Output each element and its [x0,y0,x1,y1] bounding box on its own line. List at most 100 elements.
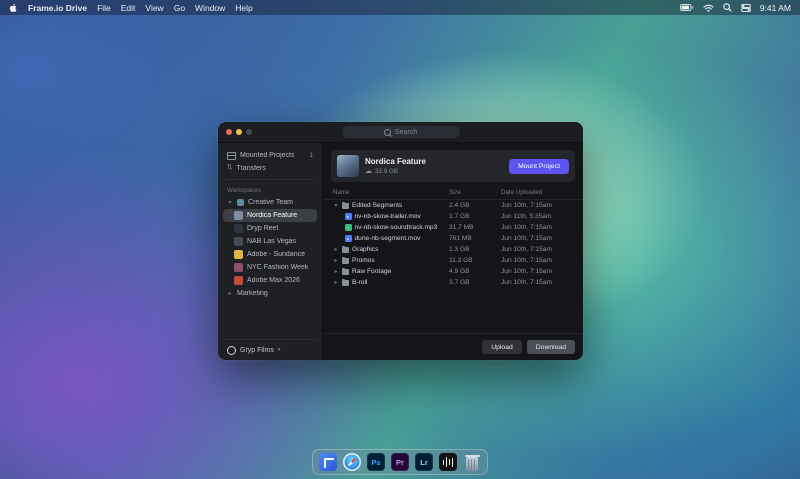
minimize-button[interactable] [236,129,242,135]
sidebar-item-dryp-reel[interactable]: Dryp Reel [223,222,317,235]
sidebar-item-label: Transfers [236,165,265,172]
mount-project-button[interactable]: Mount Project [509,159,569,174]
sidebar-item-nordica-feature[interactable]: Nordica Feature [223,209,317,222]
chevron-right-icon[interactable]: ▸ [333,269,339,275]
file-size: 1.3 GB [449,246,501,253]
sidebar-item-mounted-projects[interactable]: Mounted Projects 1 [223,149,317,162]
folder-icon [342,269,349,275]
divider [225,179,315,180]
frameio-drive-dock-icon[interactable] [319,453,337,471]
menu-item-help[interactable]: Help [235,3,252,13]
trash-dock-icon[interactable] [463,453,481,471]
chevron-right-icon[interactable]: ▸ [227,291,233,297]
file-size: 4.9 GB [449,268,501,275]
sidebar-item-adobe-sundance[interactable]: Adobe - Sundance [223,248,317,261]
file-date: Jun 11th, 5:35am [501,213,573,220]
table-row[interactable]: ▾ Edited Segments 2.4 GB Jun 10th, 7:15a… [323,200,583,211]
premiere-dock-icon[interactable]: Pr [391,453,409,471]
file-name: Promos [352,257,375,264]
project-avatar [234,276,243,285]
project-avatar [234,224,243,233]
battery-icon[interactable] [680,4,694,11]
sidebar-item-nab-las-vegas[interactable]: NAB Las Vegas [223,235,317,248]
search-input[interactable]: Search [342,126,460,138]
table-row[interactable]: ▸ nv-nb-skow-trailer.mov 1.7 GB Jun 11th… [323,211,583,222]
sidebar-item-nyc-fashion-week[interactable]: NYC Fashion Week [223,261,317,274]
menu-item-window[interactable]: Window [195,3,225,13]
table-row[interactable]: ♪ nv-nb-skow-soundtrack.mp3 31.7 MB Jun … [323,222,583,233]
project-size: 32.9 GB [375,168,398,175]
safari-dock-icon[interactable] [343,453,361,471]
project-avatar [234,211,243,220]
chevron-down-icon[interactable]: ▾ [227,200,233,206]
apple-logo-icon[interactable] [9,3,18,13]
sidebar-item-label: Marketing [237,290,268,297]
cloud-icon: ☁ [365,168,372,175]
team-icon [237,199,244,206]
sidebar-item-marketing[interactable]: ▸ Marketing [223,287,317,300]
sidebar-item-label: Nordica Feature [247,212,297,219]
folder-icon [342,247,349,253]
menu-item-edit[interactable]: Edit [121,3,136,13]
file-size: 2.4 GB [449,202,501,209]
frameio-drive-window: Search Mounted Projects 1 ⇅ Transfers Wo… [218,122,583,360]
project-title: Nordica Feature [365,157,426,166]
menu-item-app[interactable]: Frame.io Drive [28,3,87,13]
photoshop-dock-icon[interactable]: Ps [367,453,385,471]
table-row[interactable]: ▸ dune-nb-segment.mov 761 MB Jun 10th, 7… [323,233,583,244]
sidebar-item-transfers[interactable]: ⇅ Transfers [223,162,317,175]
file-size: 1.7 GB [449,213,501,220]
table-row[interactable]: ▸ Promos 11.3 GB Jun 10th, 7:15am [323,255,583,266]
control-center-icon[interactable] [741,4,751,12]
count-badge: 1 [309,152,313,159]
zoom-button[interactable] [246,129,252,135]
menu-item-file[interactable]: File [97,3,111,13]
table-header: Name Size Date Uploaded [323,187,583,200]
file-size: 11.3 GB [449,257,501,264]
sidebar-item-label: Adobe Max 2026 [247,277,300,284]
chevron-right-icon[interactable]: ▸ [333,280,339,286]
sidebar-item-label: Mounted Projects [240,152,294,159]
close-button[interactable] [226,129,232,135]
search-icon[interactable] [723,3,732,12]
file-date: Jun 10th, 7:15am [501,235,573,242]
upload-button[interactable]: Upload [482,340,522,354]
transfers-icon: ⇅ [227,165,232,172]
menu-item-view[interactable]: View [145,3,163,13]
account-switcher[interactable]: Gryp Films ▾ [223,339,317,360]
table-row[interactable]: ▸ Raw Footage 4.9 GB Jun 10th, 7:15am [323,266,583,277]
sidebar-item-creative-team[interactable]: ▾ Creative Team [223,196,317,209]
search-placeholder: Search [395,129,417,136]
file-name: Edited Segments [352,202,402,209]
waveform-app-dock-icon[interactable] [439,453,457,471]
chevron-down-icon[interactable]: ▾ [333,203,339,209]
column-size[interactable]: Size [449,189,501,196]
sidebar-item-label: Creative Team [248,199,293,206]
table-row[interactable]: ▸ Graphics 1.3 GB Jun 10th, 7:15am [323,244,583,255]
action-footer: Upload Download [323,333,583,360]
folder-icon [342,280,349,286]
menu-item-go[interactable]: Go [174,3,185,13]
column-name[interactable]: Name [333,189,449,196]
chevron-right-icon[interactable]: ▸ [333,247,339,253]
project-thumbnail [337,155,359,177]
wifi-icon[interactable] [703,4,714,12]
file-name: nv-nb-skow-soundtrack.mp3 [355,224,438,231]
file-date: Jun 10th, 7:15am [501,246,573,253]
audio-file-icon: ♪ [345,224,352,231]
file-size: 3.7 GB [449,279,501,286]
window-titlebar[interactable]: Search [218,122,583,143]
lightroom-dock-icon[interactable]: Lr [415,453,433,471]
sidebar-item-label: NYC Fashion Week [247,264,308,271]
table-row[interactable]: ▸ B-roll 3.7 GB Jun 10th, 7:15am [323,277,583,288]
account-name: Gryp Films [240,347,274,354]
chevron-right-icon[interactable]: ▸ [333,258,339,264]
file-name: nv-nb-skow-trailer.mov [355,213,421,220]
download-button[interactable]: Download [527,340,575,354]
menu-bar: Frame.io Drive File Edit View Go Window … [0,0,800,15]
sidebar-item-adobe-max-2026[interactable]: Adobe Max 2026 [223,274,317,287]
file-size: 761 MB [449,235,501,242]
column-date-uploaded[interactable]: Date Uploaded [501,189,573,196]
account-logo [227,346,236,355]
menu-clock[interactable]: 9:41 AM [760,3,791,13]
